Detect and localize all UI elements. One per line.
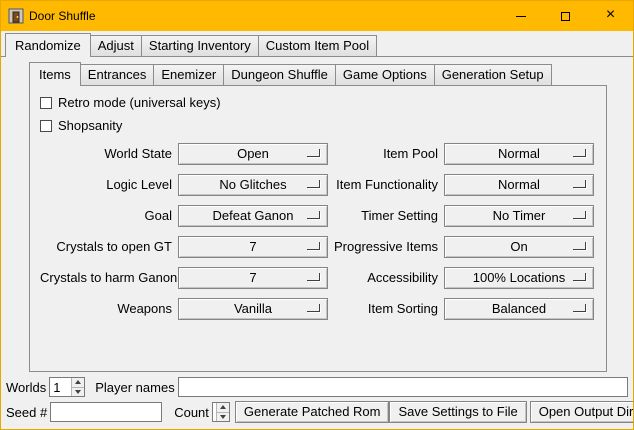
- world-state-dropdown[interactable]: Open: [178, 143, 328, 165]
- minimize-icon: [516, 16, 526, 17]
- randomize-tab-pane: Items Entrances Enemizer Dungeon Shuffle…: [1, 56, 633, 430]
- accessibility-dropdown[interactable]: 100% Locations: [444, 267, 594, 289]
- dropdown-indicator-icon: [307, 242, 320, 250]
- checkbox-unchecked-icon: [40, 120, 52, 132]
- maximize-icon: [561, 12, 570, 21]
- app-icon: [8, 8, 24, 24]
- logic-level-dropdown[interactable]: No Glitches: [178, 174, 328, 196]
- outer-tab-bar: Randomize Adjust Starting Inventory Cust…: [1, 33, 633, 56]
- window-title: Door Shuffle: [29, 9, 96, 23]
- crystals-ganon-dropdown[interactable]: 7: [178, 267, 328, 289]
- shopsanity-checkbox[interactable]: Shopsanity: [40, 114, 606, 137]
- accessibility-label: Accessibility: [334, 270, 438, 285]
- window: Door Shuffle × Randomize Adjust Starting…: [0, 0, 634, 430]
- tab-randomize[interactable]: Randomize: [5, 33, 91, 57]
- item-sorting-value: Balanced: [492, 301, 546, 316]
- timer-setting-label: Timer Setting: [334, 208, 438, 223]
- inner-tab-bar: Items Entrances Enemizer Dungeon Shuffle…: [29, 62, 607, 85]
- tab-items[interactable]: Items: [29, 62, 81, 86]
- logic-level-value: No Glitches: [219, 177, 286, 192]
- dropdown-indicator-icon: [307, 304, 320, 312]
- dropdown-indicator-icon: [573, 149, 586, 157]
- progressive-items-label: Progressive Items: [334, 239, 438, 254]
- shopsanity-label: Shopsanity: [58, 118, 122, 133]
- world-state-label: World State: [40, 146, 172, 161]
- weapons-value: Vanilla: [234, 301, 272, 316]
- tab-custom-item-pool[interactable]: Custom Item Pool: [258, 35, 377, 56]
- world-state-value: Open: [237, 146, 269, 161]
- titlebar[interactable]: Door Shuffle ×: [1, 1, 633, 31]
- item-pool-dropdown[interactable]: Normal: [444, 143, 594, 165]
- dropdown-indicator-icon: [573, 180, 586, 188]
- tab-adjust[interactable]: Adjust: [90, 35, 142, 56]
- retro-mode-label: Retro mode (universal keys): [58, 95, 221, 110]
- crystals-ganon-label: Crystals to harm Ganon: [40, 270, 172, 285]
- item-pool-label: Item Pool: [334, 146, 438, 161]
- accessibility-value: 100% Locations: [473, 270, 566, 285]
- weapons-label: Weapons: [40, 301, 172, 316]
- close-button[interactable]: ×: [588, 1, 633, 31]
- options-grid: World State Open Item Pool Normal Logic …: [40, 138, 606, 324]
- item-functionality-value: Normal: [498, 177, 540, 192]
- goal-value: Defeat Ganon: [213, 208, 294, 223]
- tab-game-options[interactable]: Game Options: [335, 64, 435, 85]
- goal-label: Goal: [40, 208, 172, 223]
- item-pool-value: Normal: [498, 146, 540, 161]
- timer-setting-value: No Timer: [493, 208, 546, 223]
- dropdown-indicator-icon: [307, 273, 320, 281]
- tab-entrances[interactable]: Entrances: [80, 64, 155, 85]
- maximize-button[interactable]: [543, 1, 588, 31]
- timer-setting-dropdown[interactable]: No Timer: [444, 205, 594, 227]
- item-sorting-dropdown[interactable]: Balanced: [444, 298, 594, 320]
- dropdown-indicator-icon: [307, 149, 320, 157]
- dropdown-indicator-icon: [307, 180, 320, 188]
- close-icon: ×: [606, 7, 615, 23]
- inner-notebook: Items Entrances Enemizer Dungeon Shuffle…: [29, 62, 607, 372]
- tab-starting-inventory[interactable]: Starting Inventory: [141, 35, 259, 56]
- tab-enemizer[interactable]: Enemizer: [153, 64, 224, 85]
- dropdown-indicator-icon: [573, 304, 586, 312]
- item-functionality-dropdown[interactable]: Normal: [444, 174, 594, 196]
- retro-mode-checkbox[interactable]: Retro mode (universal keys): [40, 91, 606, 114]
- crystals-ganon-value: 7: [249, 270, 256, 285]
- logic-level-label: Logic Level: [40, 177, 172, 192]
- crystals-gt-value: 7: [249, 239, 256, 254]
- dropdown-indicator-icon: [573, 242, 586, 250]
- items-tab-pane: Retro mode (universal keys) Shopsanity W…: [29, 85, 607, 372]
- progressive-items-dropdown[interactable]: On: [444, 236, 594, 258]
- tab-generation-setup[interactable]: Generation Setup: [434, 64, 552, 85]
- progressive-items-value: On: [510, 239, 527, 254]
- checkbox-unchecked-icon: [40, 97, 52, 109]
- crystals-gt-label: Crystals to open GT: [40, 239, 172, 254]
- minimize-button[interactable]: [498, 1, 543, 31]
- dropdown-indicator-icon: [573, 211, 586, 219]
- goal-dropdown[interactable]: Defeat Ganon: [178, 205, 328, 227]
- item-sorting-label: Item Sorting: [334, 301, 438, 316]
- dropdown-indicator-icon: [573, 273, 586, 281]
- item-functionality-label: Item Functionality: [334, 177, 438, 192]
- tab-dungeon-shuffle[interactable]: Dungeon Shuffle: [223, 64, 336, 85]
- crystals-gt-dropdown[interactable]: 7: [178, 236, 328, 258]
- dropdown-indicator-icon: [307, 211, 320, 219]
- weapons-dropdown[interactable]: Vanilla: [178, 298, 328, 320]
